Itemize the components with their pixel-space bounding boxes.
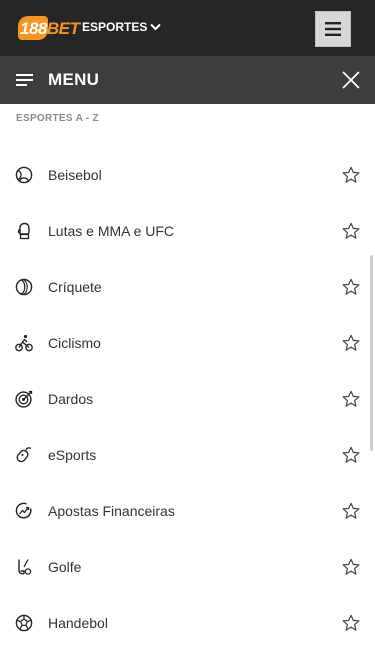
logo-main-text: 188 [20, 19, 47, 38]
star-icon[interactable] [342, 558, 360, 576]
star-icon[interactable] [342, 446, 360, 464]
list-item-label: Ciclismo [48, 335, 101, 351]
hamburger-icon [325, 22, 341, 36]
star-icon[interactable] [342, 390, 360, 408]
list-item-label: Dardos [48, 391, 94, 407]
baseball-icon [15, 166, 33, 184]
star-icon[interactable] [342, 614, 360, 632]
list-item[interactable]: Dardos [0, 371, 375, 427]
sports-dropdown[interactable]: ESPORTES [82, 20, 162, 34]
section-heading: ESPORTES A - Z [16, 113, 99, 124]
star-icon[interactable] [342, 278, 360, 296]
menu-lines-icon [16, 74, 33, 86]
menu-header: MENU [0, 56, 375, 104]
cyclist-icon [15, 334, 33, 352]
star-icon[interactable] [342, 334, 360, 352]
chevron-down-icon [150, 23, 162, 31]
handball-icon [15, 614, 33, 632]
scrollbar[interactable] [370, 255, 373, 451]
financial-chart-icon [15, 502, 32, 519]
sports-list: Beisebol Lutas e MMA e UFC Críquete Cicl… [0, 147, 375, 651]
sports-dropdown-label: ESPORTES [82, 20, 148, 34]
list-item-label: Críquete [48, 279, 102, 295]
list-item[interactable]: Ciclismo [0, 315, 375, 371]
star-icon[interactable] [342, 222, 360, 240]
list-item[interactable]: Handebol [0, 595, 375, 651]
list-item-label: Golfe [48, 559, 82, 575]
list-item[interactable]: Golfe [0, 539, 375, 595]
star-icon[interactable] [342, 502, 360, 520]
list-item-label: Handebol [48, 615, 108, 631]
list-item[interactable]: Beisebol [0, 147, 375, 203]
list-item[interactable]: Apostas Financeiras [0, 483, 375, 539]
list-item-label: eSports [48, 447, 97, 463]
hamburger-menu-button[interactable] [315, 11, 351, 47]
logo-badge: 188BET [18, 14, 80, 42]
list-item-label: Beisebol [48, 167, 102, 183]
list-item[interactable]: eSports [0, 427, 375, 483]
close-icon[interactable] [341, 70, 361, 90]
logo-accent-text: BET [46, 19, 80, 38]
brand-logo[interactable]: 188BET [18, 14, 80, 42]
list-item[interactable]: Críquete [0, 259, 375, 315]
dartboard-icon [15, 390, 33, 408]
top-bar: 188BET ESPORTES [0, 0, 375, 56]
star-icon[interactable] [342, 166, 360, 184]
cricket-ball-icon [15, 278, 33, 296]
list-item-label: Lutas e MMA e UFC [48, 223, 175, 239]
list-item-label: Apostas Financeiras [48, 503, 175, 519]
game-controller-icon [16, 447, 32, 463]
list-item[interactable]: Lutas e MMA e UFC [0, 203, 375, 259]
menu-title: MENU [48, 70, 100, 89]
boxing-glove-icon [17, 222, 30, 240]
golf-club-icon [18, 559, 32, 575]
